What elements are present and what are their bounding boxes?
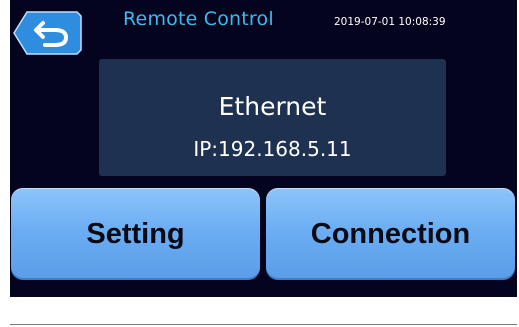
connection-type-label: Ethernet — [218, 92, 327, 121]
datetime-display: 2019-07-01 10:08:39 — [334, 16, 446, 28]
setting-button[interactable]: Setting — [11, 188, 260, 280]
remote-control-screen: Remote Control 2019-07-01 10:08:39 Ether… — [10, 0, 517, 297]
back-arrow-icon — [13, 11, 82, 55]
page-title: Remote Control — [123, 8, 274, 30]
back-button[interactable] — [13, 11, 83, 55]
connection-button[interactable]: Connection — [266, 188, 515, 280]
ip-address-label: IP:192.168.5.11 — [193, 137, 352, 161]
connection-info-panel: Ethernet IP:192.168.5.11 — [99, 59, 446, 176]
divider — [10, 324, 517, 325]
connection-button-label: Connection — [310, 217, 471, 250]
setting-button-label: Setting — [86, 217, 185, 250]
